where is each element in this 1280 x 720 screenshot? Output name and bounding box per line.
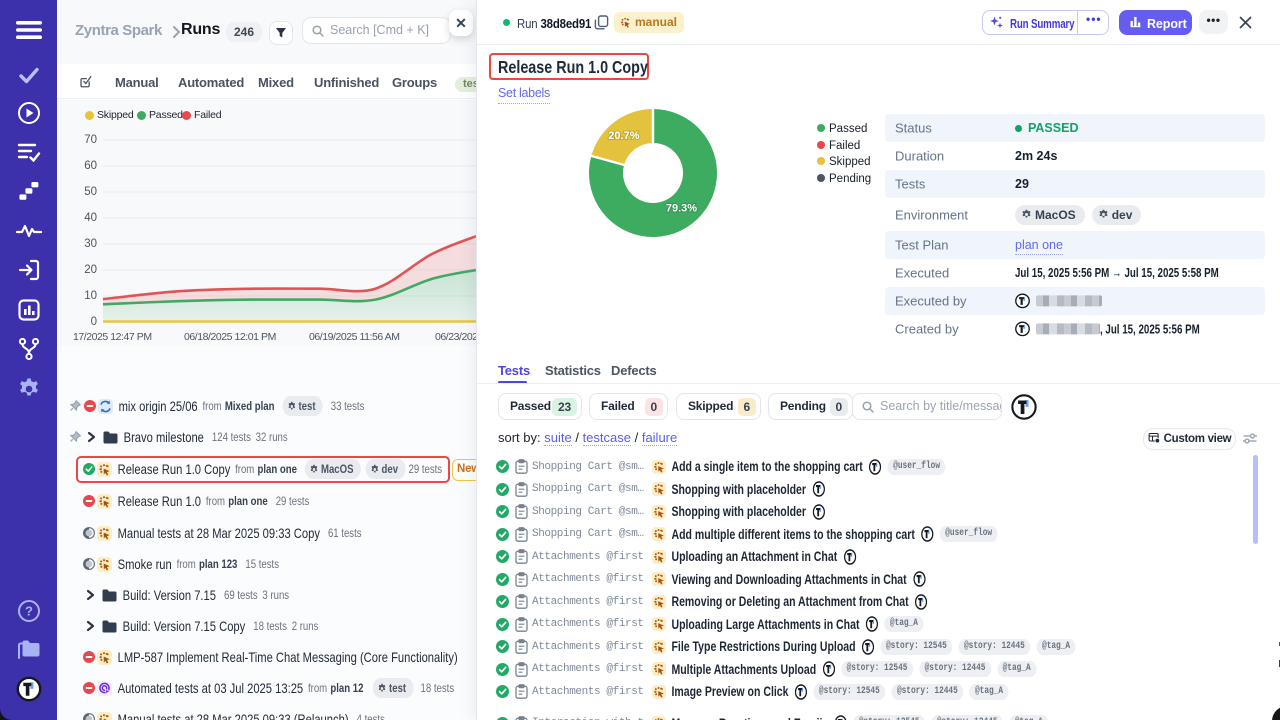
svg-text:79.3%: 79.3% [665, 202, 696, 214]
svg-text:20.7%: 20.7% [608, 130, 639, 142]
svg-text:?: ? [25, 604, 33, 619]
